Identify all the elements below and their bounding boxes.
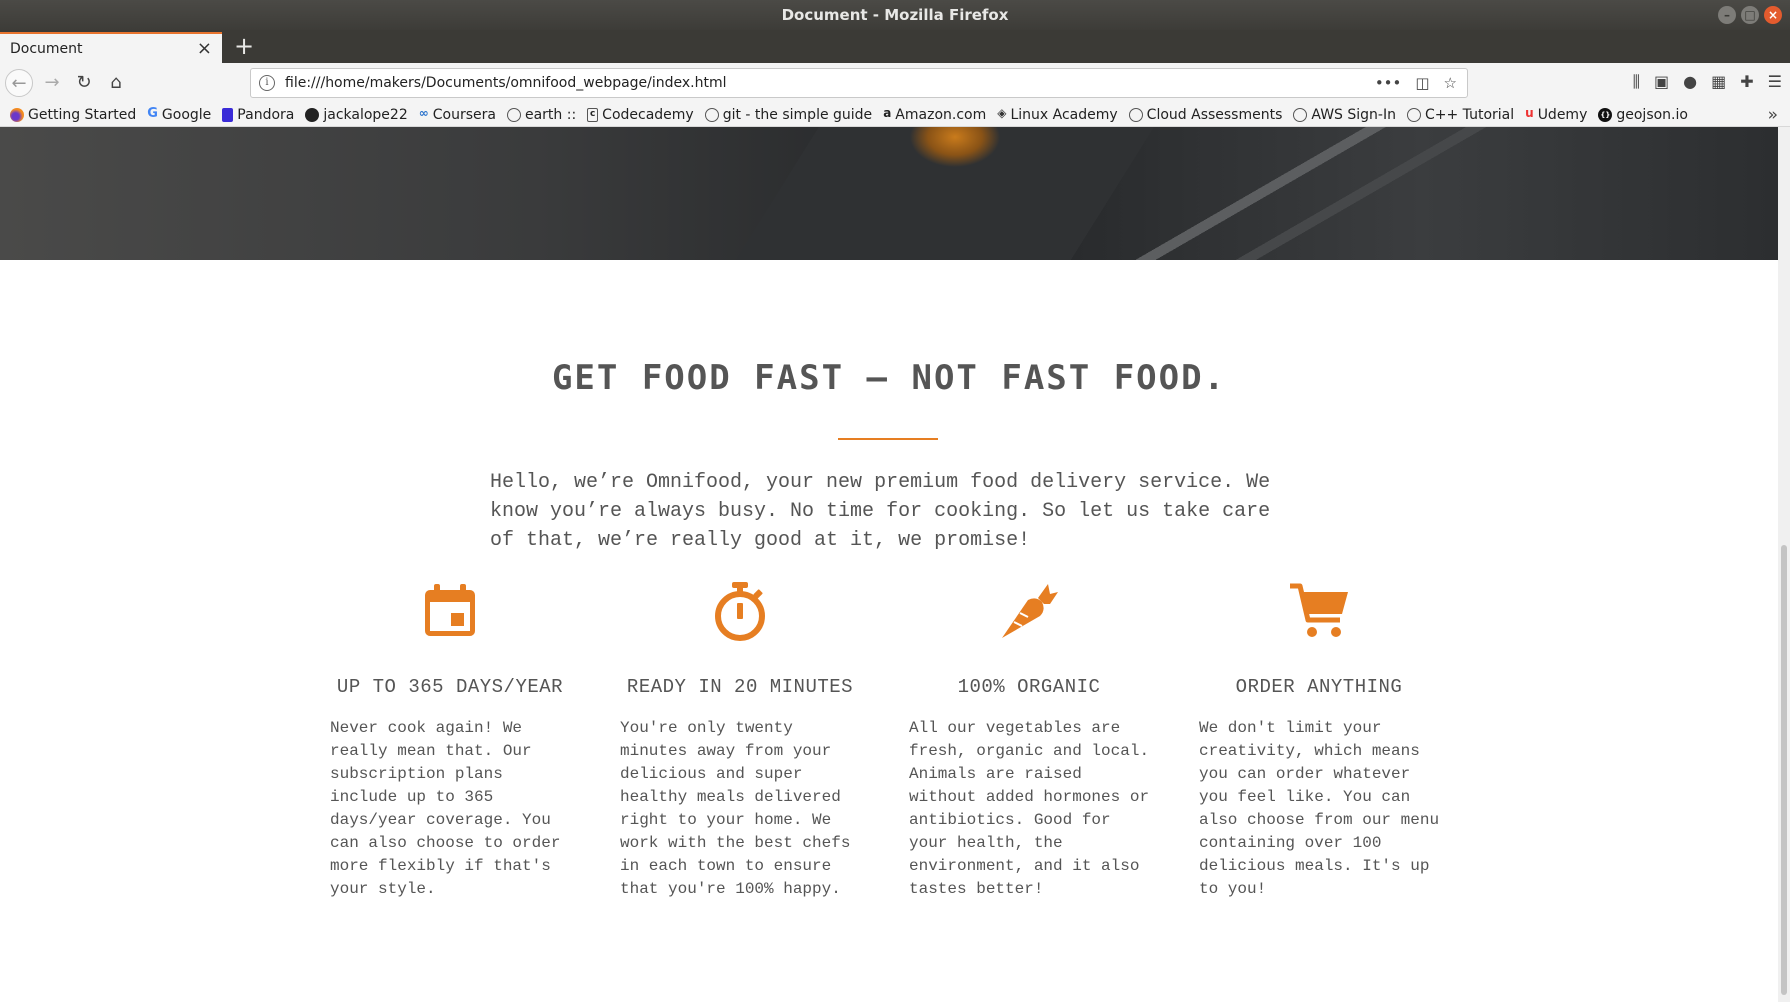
bookmark-coursera[interactable]: ∞ Coursera: [419, 107, 496, 123]
url-text[interactable]: file:///home/makers/Documents/omnifood_w…: [285, 75, 1375, 91]
page-viewport: GET FOOD FAST — NOT FAST FOOD. Hello, we…: [0, 127, 1778, 1002]
bookmark-aws-sign-in[interactable]: AWS Sign-In: [1293, 107, 1396, 123]
pandora-icon: [222, 107, 234, 122]
calendar-icon: [425, 584, 475, 636]
window-title: Document - Mozilla Firefox: [781, 6, 1009, 24]
maximize-button[interactable]: □: [1741, 6, 1759, 24]
bookmark-star-icon[interactable]: ☆: [1444, 74, 1457, 92]
feature-text: You're only twenty minutes away from you…: [620, 719, 851, 898]
page-scrollbar[interactable]: [1778, 127, 1790, 1002]
menu-icon[interactable]: ☰: [1768, 72, 1782, 92]
forward-button[interactable]: →: [38, 69, 66, 97]
tab-document[interactable]: Document ×: [0, 32, 222, 63]
feature-text: Never cook again! We really mean that. O…: [330, 719, 561, 898]
sidebar-icon[interactable]: ▣: [1654, 72, 1669, 92]
library-icon[interactable]: ⫼: [1633, 72, 1640, 92]
home-button[interactable]: ⌂: [102, 69, 130, 97]
carrot-icon: [1002, 584, 1058, 638]
bookmark-codecademy[interactable]: c Codecademy: [587, 107, 694, 123]
firefox-icon: [10, 107, 24, 122]
bookmark-amazon[interactable]: a Amazon.com: [883, 107, 986, 123]
feature-box: READY IN 20 MINUTES You're only twenty m…: [605, 580, 875, 901]
bookmark-pandora[interactable]: Pandora: [222, 107, 294, 123]
google-icon: G: [147, 105, 158, 121]
bookmarks-toolbar: Getting Started G Google Pandora jackalop…: [0, 103, 1790, 127]
site-info-icon[interactable]: i: [259, 75, 275, 91]
feature-title: UP TO 365 DAYS/YEAR: [336, 676, 564, 698]
globe-icon: [1128, 107, 1143, 122]
page-actions-icon[interactable]: •••: [1375, 74, 1402, 92]
minimize-button[interactable]: –: [1718, 6, 1736, 24]
bookmark-linux-academy[interactable]: ◈ Linux Academy: [997, 107, 1117, 123]
new-tab-button[interactable]: +: [230, 33, 258, 61]
github-icon: [305, 107, 320, 122]
address-bar[interactable]: i file:///home/makers/Documents/omnifood…: [250, 68, 1468, 98]
feature-text: We don't limit your creativity, which me…: [1199, 719, 1440, 898]
feature-box: ORDER ANYTHING We don't limit your creat…: [1184, 580, 1454, 901]
globe-icon: [506, 107, 521, 122]
bookmark-git-guide[interactable]: git - the simple guide: [704, 107, 872, 123]
bookmark-udemy[interactable]: u Udemy: [1525, 107, 1587, 123]
bookmark-cpp-tutorial[interactable]: C++ Tutorial: [1406, 107, 1514, 123]
window-titlebar: Document - Mozilla Firefox – □ ×: [0, 0, 1790, 30]
feature-title: ORDER ANYTHING: [1235, 676, 1403, 698]
pocket-icon[interactable]: ◫: [1415, 74, 1429, 92]
linux-academy-icon: ◈: [997, 105, 1007, 120]
cart-icon: [1290, 583, 1348, 637]
stopwatch-icon: [715, 582, 765, 641]
close-window-button[interactable]: ×: [1764, 6, 1782, 24]
bookmarks-overflow-icon[interactable]: »: [1768, 105, 1778, 125]
scrollbar-thumb[interactable]: [1781, 545, 1787, 995]
intro-paragraph: Hello, we’re Omnifood, your new premium …: [490, 471, 1271, 552]
hero-image: [0, 127, 1778, 260]
account-icon[interactable]: ●: [1683, 72, 1697, 92]
feature-title: READY IN 20 MINUTES: [626, 676, 854, 698]
extension-icon[interactable]: ▦: [1711, 72, 1726, 92]
codecademy-icon: c: [587, 107, 599, 122]
bookmark-jackalope22[interactable]: jackalope22: [305, 107, 408, 123]
geojson-icon: {}: [1598, 107, 1613, 122]
feature-text: All our vegetables are fresh, organic an…: [909, 719, 1150, 898]
udemy-icon: u: [1525, 105, 1534, 120]
feature-box: 100% ORGANIC All our vegetables are fres…: [894, 580, 1164, 901]
tab-strip: Document × +: [0, 30, 1790, 63]
bookmark-google[interactable]: G Google: [147, 107, 211, 123]
extensions-puzzle-icon[interactable]: ✚: [1740, 72, 1753, 92]
window-controls: – □ ×: [1718, 6, 1782, 24]
globe-icon: [704, 107, 719, 122]
bookmark-cloud-assessments[interactable]: Cloud Assessments: [1128, 107, 1282, 123]
heading-divider: [838, 438, 938, 440]
close-tab-icon[interactable]: ×: [197, 39, 212, 58]
bookmark-getting-started[interactable]: Getting Started: [10, 107, 136, 123]
tab-title: Document: [10, 40, 83, 57]
amazon-icon: a: [883, 105, 892, 120]
feature-box: UP TO 365 DAYS/YEAR Never cook again! We…: [315, 580, 585, 901]
bookmark-earth[interactable]: earth ::: [506, 107, 576, 123]
reload-button[interactable]: ↻: [70, 69, 98, 97]
bookmark-geojson[interactable]: {} geojson.io: [1598, 107, 1688, 123]
globe-icon: [1293, 107, 1308, 122]
nav-toolbar: ← → ↻ ⌂ i file:///home/makers/Documents/…: [0, 63, 1790, 103]
back-button[interactable]: ←: [5, 69, 33, 97]
section-heading: GET FOOD FAST — NOT FAST FOOD.: [551, 358, 1227, 398]
feature-title: 100% ORGANIC: [957, 676, 1101, 698]
globe-icon: [1406, 107, 1421, 122]
coursera-icon: ∞: [418, 105, 429, 120]
